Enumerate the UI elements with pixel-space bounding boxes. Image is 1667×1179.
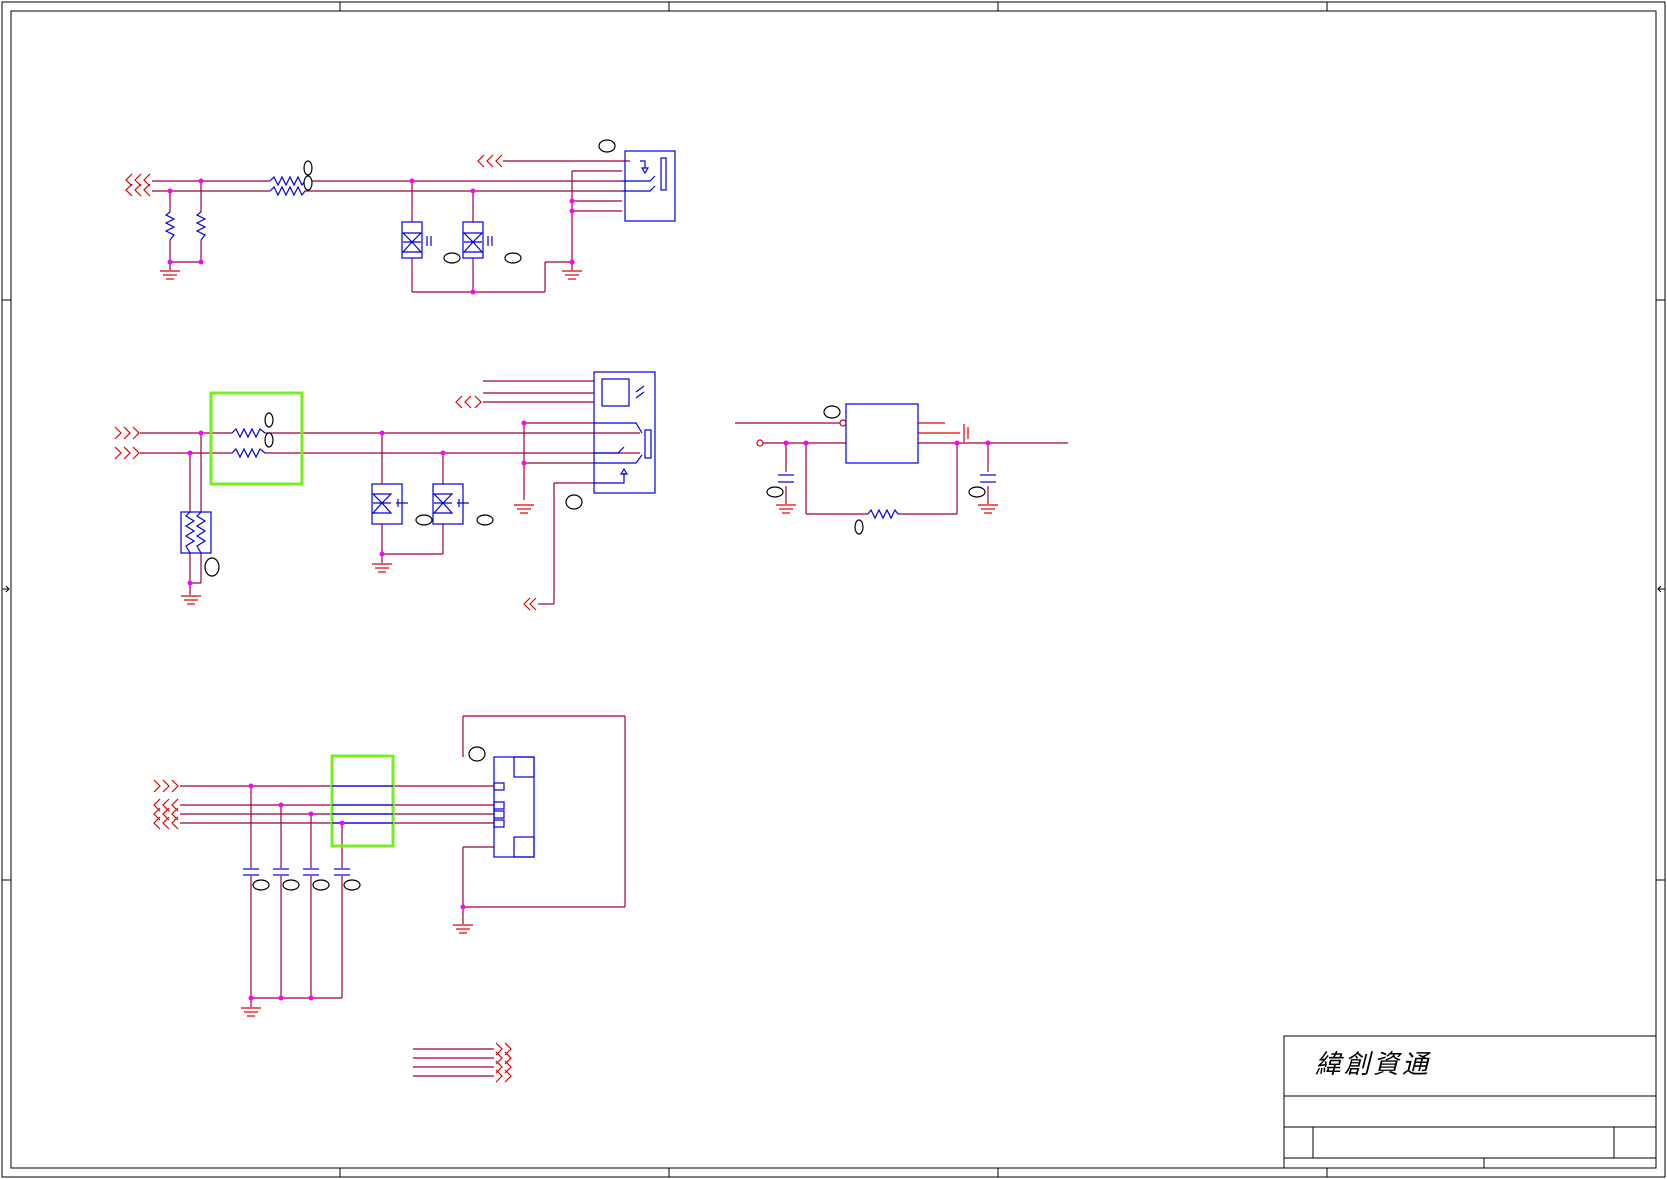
zigzag-resistor-icon <box>231 427 266 439</box>
schematic-sheet <box>1 1 1666 1178</box>
zigzag-resistor-icon <box>231 447 266 459</box>
capacitor-icon <box>243 868 350 876</box>
ic-block <box>845 403 919 464</box>
ground-symbol-icon <box>160 270 582 280</box>
choke-icon <box>180 511 212 554</box>
chevron-port-icon <box>114 395 537 611</box>
chevron-port-icon <box>477 154 503 168</box>
refdes-tag <box>303 139 616 264</box>
capacitor-icon <box>778 474 996 483</box>
chevron-port-icon <box>125 173 151 197</box>
zigzag-resistor-icon <box>269 175 306 187</box>
tvs-diode-icon <box>371 483 408 525</box>
circuit-block-4 <box>153 715 626 1083</box>
company-name: 緯創資通 <box>1315 1050 1432 1080</box>
tvs-diode-icon <box>462 221 493 259</box>
zigzag-resistor-icon <box>164 211 176 241</box>
connector-box-icon <box>493 756 535 858</box>
circuit-block-1 <box>125 139 676 295</box>
zigzag-resistor-icon <box>867 508 899 520</box>
highlight-box <box>330 754 395 848</box>
ground-symbol-icon <box>241 924 473 1017</box>
refdes-tag <box>204 412 583 577</box>
circuit-block-2 <box>114 371 656 611</box>
tvs-diode-icon <box>432 483 469 525</box>
zigzag-resistor-icon <box>195 211 207 241</box>
circuit-block-3 <box>735 403 1068 535</box>
tvs-diode-icon <box>401 221 432 259</box>
highlight-box <box>209 391 304 486</box>
zigzag-resistor-icon <box>269 185 306 197</box>
